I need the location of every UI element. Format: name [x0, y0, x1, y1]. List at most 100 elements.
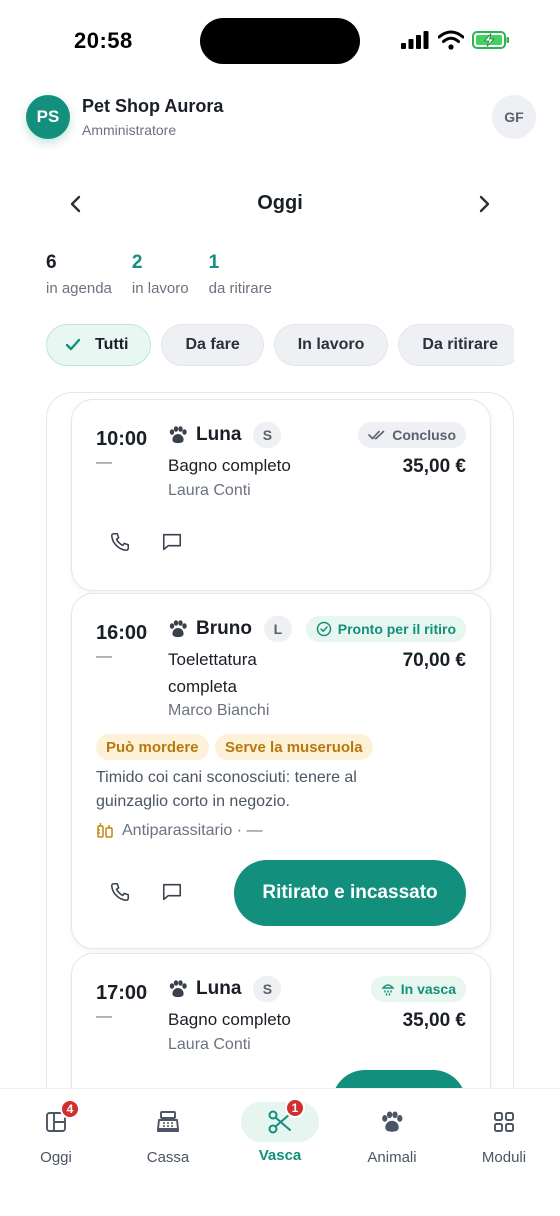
- filter-all[interactable]: Tutti: [46, 324, 152, 366]
- notification-badge: 1: [285, 1098, 305, 1118]
- size-badge: L: [263, 616, 292, 642]
- pet-name: Bruno: [196, 618, 252, 639]
- service-name: Toelettatura completa: [168, 646, 257, 700]
- paw-icon: [382, 1111, 403, 1132]
- filter-in-progress[interactable]: In lavoro: [273, 324, 389, 366]
- signal-icon: [401, 31, 429, 49]
- size-badge: S: [253, 976, 282, 1002]
- chevron-right-icon: [479, 195, 490, 213]
- pet-name: Luna: [196, 978, 242, 999]
- note-line: guinzaglio corto in negozio.: [96, 793, 290, 810]
- owner-name: Marco Bianchi: [168, 702, 270, 719]
- appointment-time: 16:00: [96, 622, 148, 644]
- price: 35,00 €: [402, 456, 466, 477]
- chat-icon: [162, 533, 182, 551]
- tab-oggi[interactable]: 4 Oggi: [0, 1089, 112, 1179]
- message-button[interactable]: [158, 878, 186, 906]
- day-title: Oggi: [257, 192, 303, 214]
- owner-name: Laura Conti: [168, 1036, 251, 1053]
- tab-vasca[interactable]: 1 Vasca: [224, 1089, 336, 1179]
- pet-row: Luna S: [168, 976, 282, 1002]
- price: 70,00 €: [402, 650, 466, 671]
- note-line: Timido coi cani sconosciuti: tenere al: [96, 769, 357, 786]
- appointment-end: —: [96, 648, 112, 665]
- pet-row: Bruno L: [168, 616, 292, 642]
- status-label: Pronto per il ritiro: [337, 621, 456, 637]
- service-line: Toelettatura: [168, 650, 257, 669]
- tab-bar: 4 Oggi Cassa 1 Vasca Animali Moduli: [0, 1088, 560, 1216]
- appointment-end: —: [96, 454, 112, 471]
- filter-label: In lavoro: [297, 336, 365, 353]
- shower-icon: [381, 984, 395, 996]
- filter-label: Da fare: [185, 336, 240, 353]
- stat-value: 2: [131, 252, 143, 273]
- filter-label: Tutti: [95, 336, 129, 353]
- service-line: completa: [168, 677, 237, 696]
- phone-icon: [110, 532, 130, 552]
- tab-label: Vasca: [258, 1147, 302, 1164]
- tab-label: Oggi: [40, 1149, 72, 1166]
- filter-label: Da ritirare: [422, 336, 498, 353]
- call-button[interactable]: [106, 878, 134, 906]
- filter-chips: Tutti Da fare In lavoro Da ritirare: [46, 324, 514, 368]
- day-stats: 6 in agenda 2 in lavoro 1 da ritirare: [46, 252, 272, 297]
- tab-cassa[interactable]: Cassa: [112, 1089, 224, 1179]
- status-badge: Concluso: [358, 422, 466, 448]
- status-time: 20:58: [74, 28, 133, 53]
- double-check-icon: [368, 430, 385, 440]
- stat-value: 1: [208, 252, 220, 273]
- tab-icon-wrap: [484, 1105, 524, 1139]
- stat-to-pickup: 1 da ritirare: [209, 252, 272, 297]
- appointment-end: —: [96, 1008, 112, 1025]
- appointment-time: 10:00: [96, 428, 148, 450]
- chat-icon: [162, 883, 182, 901]
- status-badge: In vasca: [370, 976, 466, 1002]
- tab-label: Cassa: [146, 1149, 190, 1166]
- filter-to-pickup[interactable]: Da ritirare: [398, 324, 514, 366]
- service-name: Bagno completo: [168, 1010, 291, 1029]
- call-button[interactable]: [106, 528, 134, 556]
- appointment-card[interactable]: 16:00 — Bruno L Pronto per il ritiro Toe…: [71, 593, 491, 949]
- warning-tag: Può mordere: [96, 734, 209, 760]
- day-navigator: Oggi: [60, 186, 500, 222]
- warning-tag: Serve la museruola: [215, 734, 373, 760]
- tab-icon-wrap: [372, 1105, 412, 1139]
- stat-agenda: 6 in agenda: [46, 252, 112, 297]
- pet-row: Luna S: [168, 422, 282, 448]
- wifi-icon: [438, 30, 464, 50]
- picked-up-paid-button[interactable]: Ritirato e incassato: [234, 860, 466, 926]
- shop-avatar[interactable]: PS: [26, 95, 70, 139]
- dynamic-island: [200, 18, 360, 64]
- notification-badge: 4: [60, 1099, 80, 1119]
- appointment-note: Timido coi cani sconosciuti: tenere al g…: [96, 766, 416, 814]
- status-icons: [400, 30, 510, 50]
- stat-label: in agenda: [46, 280, 112, 297]
- service-name: Bagno completo: [168, 456, 291, 475]
- stat-value: 6: [46, 252, 57, 273]
- appointment-list[interactable]: 10:00 — Luna S Concluso Bagno completo 3…: [46, 392, 514, 1152]
- check-circle-icon: [316, 621, 332, 637]
- filter-todo[interactable]: Da fare: [161, 324, 264, 366]
- treatment-row: Antiparassitario · —: [96, 822, 263, 840]
- message-button[interactable]: [158, 528, 186, 556]
- tab-icon-wrap: [148, 1105, 188, 1139]
- app-header: PS Pet Shop Aurora Amministratore GF: [24, 92, 536, 144]
- status-badge: Pronto per il ritiro: [305, 616, 466, 642]
- stat-in-progress: 2 in lavoro: [132, 252, 189, 297]
- owner-name: Laura Conti: [168, 482, 251, 499]
- tab-icon-wrap: 1: [241, 1098, 319, 1142]
- tab-animali[interactable]: Animali: [336, 1089, 448, 1179]
- next-day-button[interactable]: [470, 190, 498, 218]
- tab-label: Animali: [367, 1149, 417, 1166]
- price: 35,00 €: [402, 1010, 466, 1031]
- status-label: In vasca: [400, 981, 456, 997]
- tab-moduli[interactable]: Moduli: [448, 1089, 560, 1179]
- treatment-label: Antiparassitario · —: [122, 822, 263, 839]
- appointment-card[interactable]: 10:00 — Luna S Concluso Bagno completo 3…: [71, 399, 491, 591]
- shop-name: Pet Shop Aurora: [82, 96, 224, 116]
- stat-label: da ritirare: [208, 280, 272, 297]
- syringe-icon: [97, 823, 113, 838]
- status-label: Concluso: [392, 427, 456, 443]
- battery-charging-icon: [472, 31, 509, 49]
- user-avatar[interactable]: GF: [492, 95, 536, 139]
